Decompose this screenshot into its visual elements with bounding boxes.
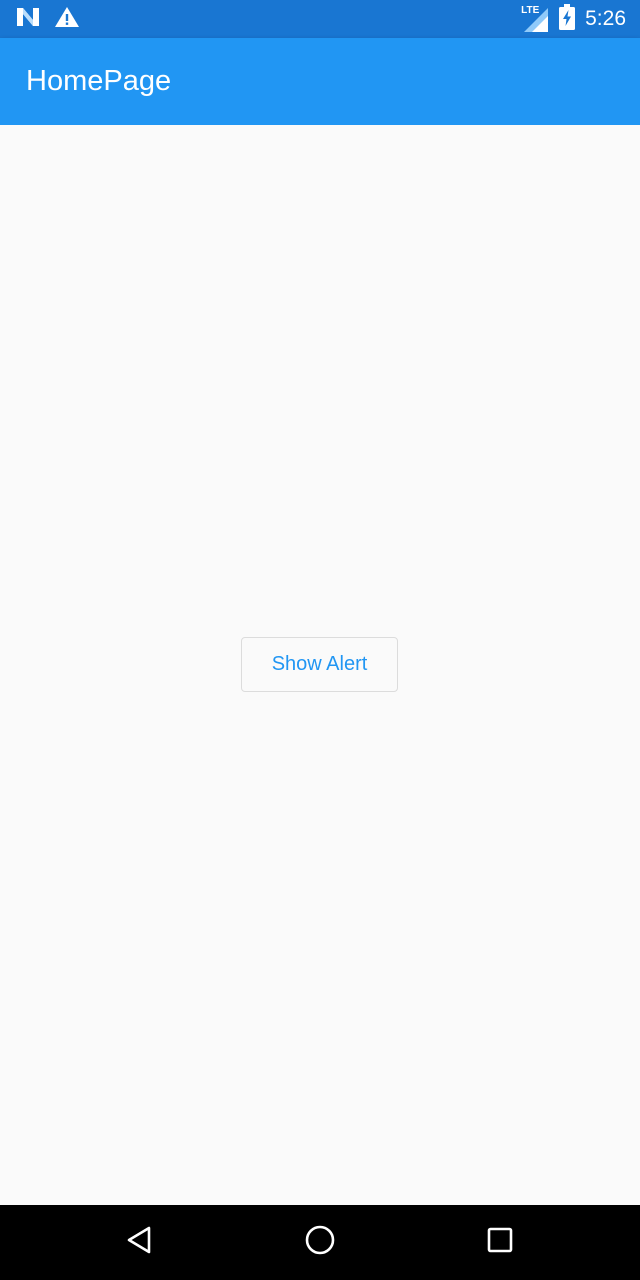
n-logo-icon bbox=[16, 7, 40, 32]
navigation-bar bbox=[0, 1205, 640, 1280]
main-content: Show Alert bbox=[0, 125, 640, 1205]
recents-button[interactable] bbox=[460, 1205, 540, 1280]
battery-charging-icon bbox=[559, 3, 576, 35]
status-right-icons: LTE 5:26 bbox=[521, 3, 626, 35]
app-bar: HomePage bbox=[0, 38, 640, 125]
home-button[interactable] bbox=[280, 1205, 360, 1280]
status-left-icons bbox=[16, 6, 80, 32]
recents-icon bbox=[486, 1226, 514, 1259]
warning-icon bbox=[54, 6, 80, 33]
home-icon bbox=[304, 1224, 336, 1261]
show-alert-button[interactable]: Show Alert bbox=[241, 637, 398, 692]
back-icon bbox=[125, 1225, 155, 1260]
back-button[interactable] bbox=[100, 1205, 180, 1280]
page-title: HomePage bbox=[26, 65, 172, 97]
lte-signal-icon: LTE bbox=[521, 6, 549, 32]
status-bar: LTE 5:26 bbox=[0, 0, 640, 38]
clock: 5:26 bbox=[585, 7, 626, 30]
